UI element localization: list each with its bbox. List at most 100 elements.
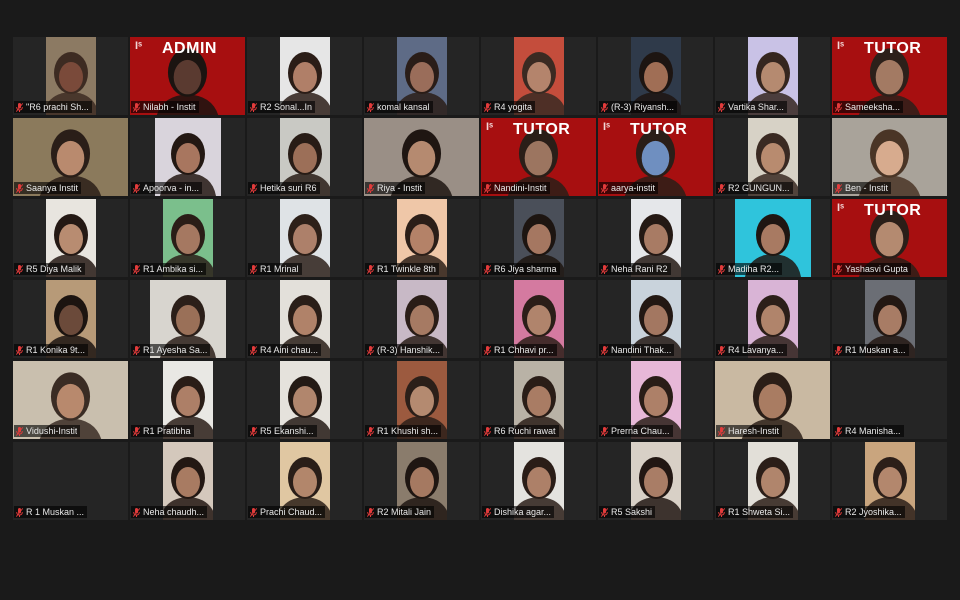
participant-tile[interactable]: R2 GUNGUN... [715, 118, 830, 196]
participant-tile[interactable]: Riya - Instit [364, 118, 479, 196]
muted-mic-icon [601, 426, 608, 436]
participant-name: Prachi Chaud... [260, 507, 323, 517]
participant-tile[interactable]: Prachi Chaud... [247, 442, 362, 520]
participant-tile[interactable]: "R6 prachi Sh... [13, 37, 128, 115]
participant-tile[interactable]: R2 Jyoshika... [832, 442, 947, 520]
muted-mic-icon [601, 102, 608, 112]
participant-name: (R-3) Riyansh... [611, 102, 675, 112]
participant-name-tag: Madiha R2... [716, 263, 783, 275]
participant-name-tag: R6 Jiya sharma [482, 263, 560, 275]
participant-tile[interactable]: (R-3) Riyansh... [598, 37, 713, 115]
participant-name-tag: Nandini-Instit [482, 182, 550, 194]
muted-mic-icon [16, 507, 23, 517]
participant-tile[interactable]: R4 Aini chau... [247, 280, 362, 358]
muted-mic-icon [367, 345, 374, 355]
participant-name-tag: R1 Pratibha [131, 425, 194, 437]
participant-tile[interactable]: R5 Diya Malik [13, 199, 128, 277]
participant-name-tag: (R-3) Hanshik... [365, 344, 444, 356]
participant-tile[interactable]: Iˢ ADMIN Nilabh - Instit [130, 37, 245, 115]
participant-tile[interactable]: R1 Muskan a... [832, 280, 947, 358]
participant-tile[interactable]: R1 Ayesha Sa... [130, 280, 245, 358]
institute-logo: Iˢ [837, 202, 845, 214]
participant-name: R1 Chhavi pr... [494, 345, 554, 355]
participant-tile[interactable]: R1 Ambika si... [130, 199, 245, 277]
participant-name-tag: R5 Sakshi [599, 506, 656, 518]
participant-tile[interactable]: Haresh-Instit [715, 361, 830, 439]
participant-name: Madiha R2... [728, 264, 780, 274]
participant-name: Hetika suri R6 [260, 183, 317, 193]
muted-mic-icon [16, 426, 23, 436]
participant-tile[interactable]: R2 Sonal...In [247, 37, 362, 115]
participant-tile[interactable]: R1 Khushi sh... [364, 361, 479, 439]
participant-tile[interactable]: R6 Ruchi rawat [481, 361, 596, 439]
participant-tile[interactable]: Nandini Thak... [598, 280, 713, 358]
participant-tile[interactable]: Saanya Instit [13, 118, 128, 196]
participant-name: R1 Ambika si... [143, 264, 204, 274]
participant-name: "R6 prachi Sh... [26, 102, 89, 112]
participant-tile[interactable]: R1 Mrinal [247, 199, 362, 277]
participant-name-tag: R1 Ayesha Sa... [131, 344, 211, 356]
participant-tile[interactable]: R1 Chhavi pr... [481, 280, 596, 358]
participant-tile[interactable]: Hetika suri R6 [247, 118, 362, 196]
participant-tile[interactable]: R 1 Muskan ... [13, 442, 128, 520]
muted-mic-icon [718, 183, 725, 193]
institute-logo: Iˢ [135, 40, 143, 52]
participant-name: Dishika agar... [494, 507, 552, 517]
muted-mic-icon [367, 426, 374, 436]
participant-tile[interactable]: R5 Ekanshi... [247, 361, 362, 439]
participant-tile[interactable]: R1 Pratibha [130, 361, 245, 439]
participant-tile[interactable]: Dishika agar... [481, 442, 596, 520]
muted-mic-icon [133, 264, 140, 274]
muted-mic-icon [250, 426, 257, 436]
participant-tile[interactable]: Apoorva - in... [130, 118, 245, 196]
participant-tile[interactable]: R4 yogita [481, 37, 596, 115]
participant-tile[interactable]: R5 Sakshi [598, 442, 713, 520]
participant-name-tag: R4 Lavanya... [716, 344, 787, 356]
muted-mic-icon [133, 183, 140, 193]
participant-name-tag: Yashasvi Gupta [833, 263, 911, 275]
participant-tile[interactable]: R1 Konika 9t... [13, 280, 128, 358]
participant-name-tag: R1 Ambika si... [131, 263, 207, 275]
participant-tile[interactable]: R4 Lavanya... [715, 280, 830, 358]
muted-mic-icon [718, 426, 725, 436]
participant-name-tag: R1 Shweta Si... [716, 506, 794, 518]
participant-name: (R-3) Hanshik... [377, 345, 441, 355]
participant-tile[interactable]: Iˢ TUTOR Yashasvi Gupta [832, 199, 947, 277]
participant-name: Vartika Shar... [728, 102, 784, 112]
participant-tile[interactable]: Vidushi-Instit [13, 361, 128, 439]
participant-tile[interactable]: Neha chaudh... [130, 442, 245, 520]
participant-tile[interactable]: R2 Mitali Jain [364, 442, 479, 520]
participant-tile[interactable]: (R-3) Hanshik... [364, 280, 479, 358]
participant-name-tag: (R-3) Riyansh... [599, 101, 678, 113]
participant-tile[interactable]: Madiha R2... [715, 199, 830, 277]
participant-tile[interactable]: Iˢ TUTOR Nandini-Instit [481, 118, 596, 196]
muted-mic-icon [250, 102, 257, 112]
participant-name: R2 Mitali Jain [377, 507, 432, 517]
participant-tile[interactable]: R6 Jiya sharma [481, 199, 596, 277]
participant-name: R2 Sonal...In [260, 102, 313, 112]
participant-tile[interactable]: Ben - Instit [832, 118, 947, 196]
participant-tile[interactable]: komal kansal [364, 37, 479, 115]
participant-name: Vidushi-Instit [26, 426, 78, 436]
participant-tile[interactable]: R1 Twinkle 8th [364, 199, 479, 277]
participant-tile[interactable]: Neha Rani R2 [598, 199, 713, 277]
participant-name-tag: R1 Twinkle 8th [365, 263, 439, 275]
participant-name: R5 Sakshi [611, 507, 653, 517]
participant-name-tag: Hetika suri R6 [248, 182, 320, 194]
participant-tile[interactable]: Vartika Shar... [715, 37, 830, 115]
institute-logo: Iˢ [486, 121, 494, 133]
muted-mic-icon [16, 345, 23, 355]
participant-name: Apoorva - in... [143, 183, 200, 193]
participant-name: R4 Manisha... [845, 426, 901, 436]
participant-tile[interactable]: Iˢ TUTOR aarya-instit [598, 118, 713, 196]
muted-mic-icon [367, 264, 374, 274]
participant-name-tag: R2 Mitali Jain [365, 506, 435, 518]
participant-name: Riya - Instit [377, 183, 423, 193]
participant-tile[interactable]: R1 Shweta Si... [715, 442, 830, 520]
role-banner: ADMIN [162, 40, 217, 57]
participant-tile[interactable]: Iˢ TUTOR Sameeksha... [832, 37, 947, 115]
participant-tile[interactable]: R4 Manisha... [832, 361, 947, 439]
participant-name-tag: R2 Jyoshika... [833, 506, 905, 518]
participant-name: R2 Jyoshika... [845, 507, 902, 517]
participant-tile[interactable]: Prerna Chau... [598, 361, 713, 439]
